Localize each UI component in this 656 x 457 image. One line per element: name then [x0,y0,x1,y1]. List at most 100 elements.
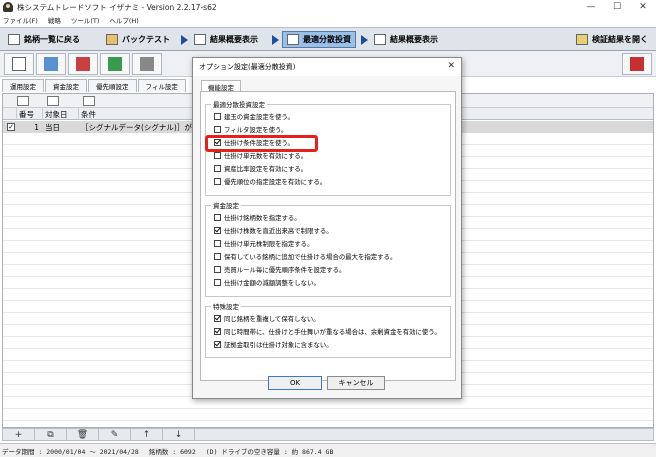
minimize-button[interactable]: — [578,0,604,14]
status-bar: データ期間 : 2000/01/04 〜 2021/04/28 銘柄数 : 60… [0,443,656,457]
highlight-annotation [205,135,318,152]
title-bar: 株システムトレードソフト イザナミ - Version 2.2.17-s62 —… [0,0,656,14]
option-checkbox[interactable]: 優先順位の指定設定を有効にする。 [214,177,326,186]
menu-help[interactable]: ヘルプ(H) [109,15,138,25]
workflow-nav-bar: 銘柄一覧に戻る バックテスト 結果概要表示 最適分散投資 結果概要表示 検証結果… [0,27,656,51]
wrench-icon [140,57,154,71]
col-number[interactable]: 番号 [17,108,43,120]
ok-button[interactable]: OK [268,376,322,390]
checkbox-checked[interactable] [214,227,221,234]
delete-row-button[interactable]: 🗑 [67,429,99,440]
group-special-settings: 特殊設定 同じ銘柄を重複して保有しない。 同じ時間帯に、仕掛けと手仕舞いが重なる… [205,301,451,358]
option-checkbox[interactable]: 保有している銘柄に追加で仕掛ける場合の最大を指定する。 [214,252,396,261]
move-down-button[interactable]: ↓ [163,429,195,440]
checkbox[interactable] [214,178,221,185]
option-checkbox[interactable]: 仕掛け単元数を有効にする。 [214,151,307,160]
checkbox[interactable] [214,126,221,133]
group-fund-settings: 資金設定 仕掛け銘柄数を指定する。 仕掛け株数を直近出来高で制限する。 仕掛け単… [205,200,451,297]
nav-arrow-icon [272,35,279,45]
tab-operation[interactable]: 運用設定 [2,79,44,92]
menu-tools[interactable]: ツール(T) [71,15,100,25]
row-checkbox[interactable]: ✓ [7,123,15,131]
checkbox[interactable] [214,253,221,260]
summary2-button[interactable]: 結果概要表示 [370,31,442,48]
option-checkbox[interactable]: 建玉の資金設定を使う。 [214,112,294,121]
group-label: 資金設定 [211,200,241,210]
move-up-button[interactable]: ↑ [131,429,163,440]
grid-action-bar: + ⧉ 🗑 ✎ ↑ ↓ [2,428,654,441]
group-label: 最適分散投資設定 [211,99,267,109]
checkbox[interactable] [214,152,221,159]
folder-icon [576,34,588,45]
tab-funds[interactable]: 資金設定 [45,79,87,92]
cancel-button[interactable]: キャンセル [327,376,385,390]
tab-filter[interactable]: フィル設定 [137,79,186,92]
dialog-buttons: OK キャンセル [193,376,461,392]
save-icon[interactable] [47,96,59,106]
run-icon [630,57,644,71]
option-checkbox[interactable]: 仕掛け銘柄数を指定する。 [214,213,301,222]
disk-free: (D) ドライブの空き容量 : 約 867.4 GB [205,447,334,456]
option-checkbox[interactable]: フィルタ設定を使う。 [214,125,287,134]
dialog-title-bar: オプション設定(最適分散投資) ✕ [193,58,461,76]
backtest-icon [106,34,118,45]
tab-priority[interactable]: 優先順設定 [88,79,137,92]
option-checkbox[interactable]: 資産比率設定を有効にする。 [214,164,307,173]
copy-row-button[interactable]: ⧉ [35,429,67,440]
menu-strategy[interactable]: 戦略 [48,15,61,25]
open-button[interactable] [36,53,66,75]
nav-arrow-icon [361,35,368,45]
dialog-title: オプション設定(最適分散投資) [199,63,296,71]
optimize-tab[interactable]: 最適分散投資 [282,31,356,48]
grid-icon [287,34,299,45]
checkbox-checked[interactable] [214,315,221,322]
option-checkbox[interactable]: 仕掛け株数を直近出来高で制限する。 [214,226,333,235]
checkbox[interactable] [214,240,221,247]
checkbox-checked[interactable] [214,341,221,348]
close-window-button[interactable]: ✕ [630,0,656,14]
add-row-button[interactable]: + [3,429,35,440]
checkbox[interactable] [214,266,221,273]
checkbox[interactable] [214,165,221,172]
import-icon [76,57,90,71]
option-checkbox[interactable]: 同じ時間帯に、仕掛けと手仕舞いが重なる場合は、余剰資金を有効に使う。 [214,327,441,336]
open-icon [44,57,58,71]
stock-count: 銘柄数 : 6092 [148,447,196,456]
new-row-icon[interactable] [17,96,29,106]
checkbox[interactable] [214,279,221,286]
new-button[interactable] [4,53,34,75]
checkbox-checked[interactable] [214,328,221,335]
open-results-button[interactable]: 検証結果を開く [572,31,652,48]
summary-icon [374,34,386,45]
back-to-list-button[interactable]: 銘柄一覧に戻る [4,31,84,48]
option-checkbox[interactable]: 同じ銘柄を重複して保有しない。 [214,314,320,323]
window-controls: — ☐ ✕ [578,0,656,14]
group-label: 特殊設定 [211,301,241,311]
window-title: 株システムトレードソフト イザナミ - Version 2.2.17-s62 [17,2,217,12]
option-checkbox[interactable]: 証拠金取引は仕掛け対象に含まない。 [214,340,333,349]
checkbox[interactable] [214,113,221,120]
edit-row-button[interactable]: ✎ [99,429,131,440]
option-checkbox[interactable]: 売買ルール毎に優先順序条件を設定する。 [214,265,345,274]
checkbox[interactable] [214,214,221,221]
data-period: データ期間 : 2000/01/04 〜 2021/04/28 [2,447,139,456]
dialog-close-icon[interactable]: ✕ [447,61,455,71]
import-button[interactable] [68,53,98,75]
option-checkbox[interactable]: 仕掛け金額の減額調整をしない。 [214,278,320,287]
summary-button[interactable]: 結果概要表示 [190,31,262,48]
new-file-icon [12,57,26,71]
menu-file[interactable]: ファイル(F) [3,15,38,25]
col-target-day[interactable]: 対象日 [43,108,79,120]
maximize-button[interactable]: ☐ [604,0,630,14]
export-icon [108,57,122,71]
export-button[interactable] [100,53,130,75]
run-button[interactable] [622,53,652,75]
save-as-icon[interactable] [83,96,95,106]
app-logo-icon [3,2,13,12]
backtest-button[interactable]: バックテスト [102,31,174,48]
list-icon [8,34,20,45]
tool-button[interactable] [132,53,162,75]
options-dialog: オプション設定(最適分散投資) ✕ 機能設定 最適分散投資設定 建玉の資金設定を… [192,57,462,399]
option-checkbox[interactable]: 仕掛け単元株制限を指定する。 [214,239,313,248]
row-number: 1 [34,122,39,132]
